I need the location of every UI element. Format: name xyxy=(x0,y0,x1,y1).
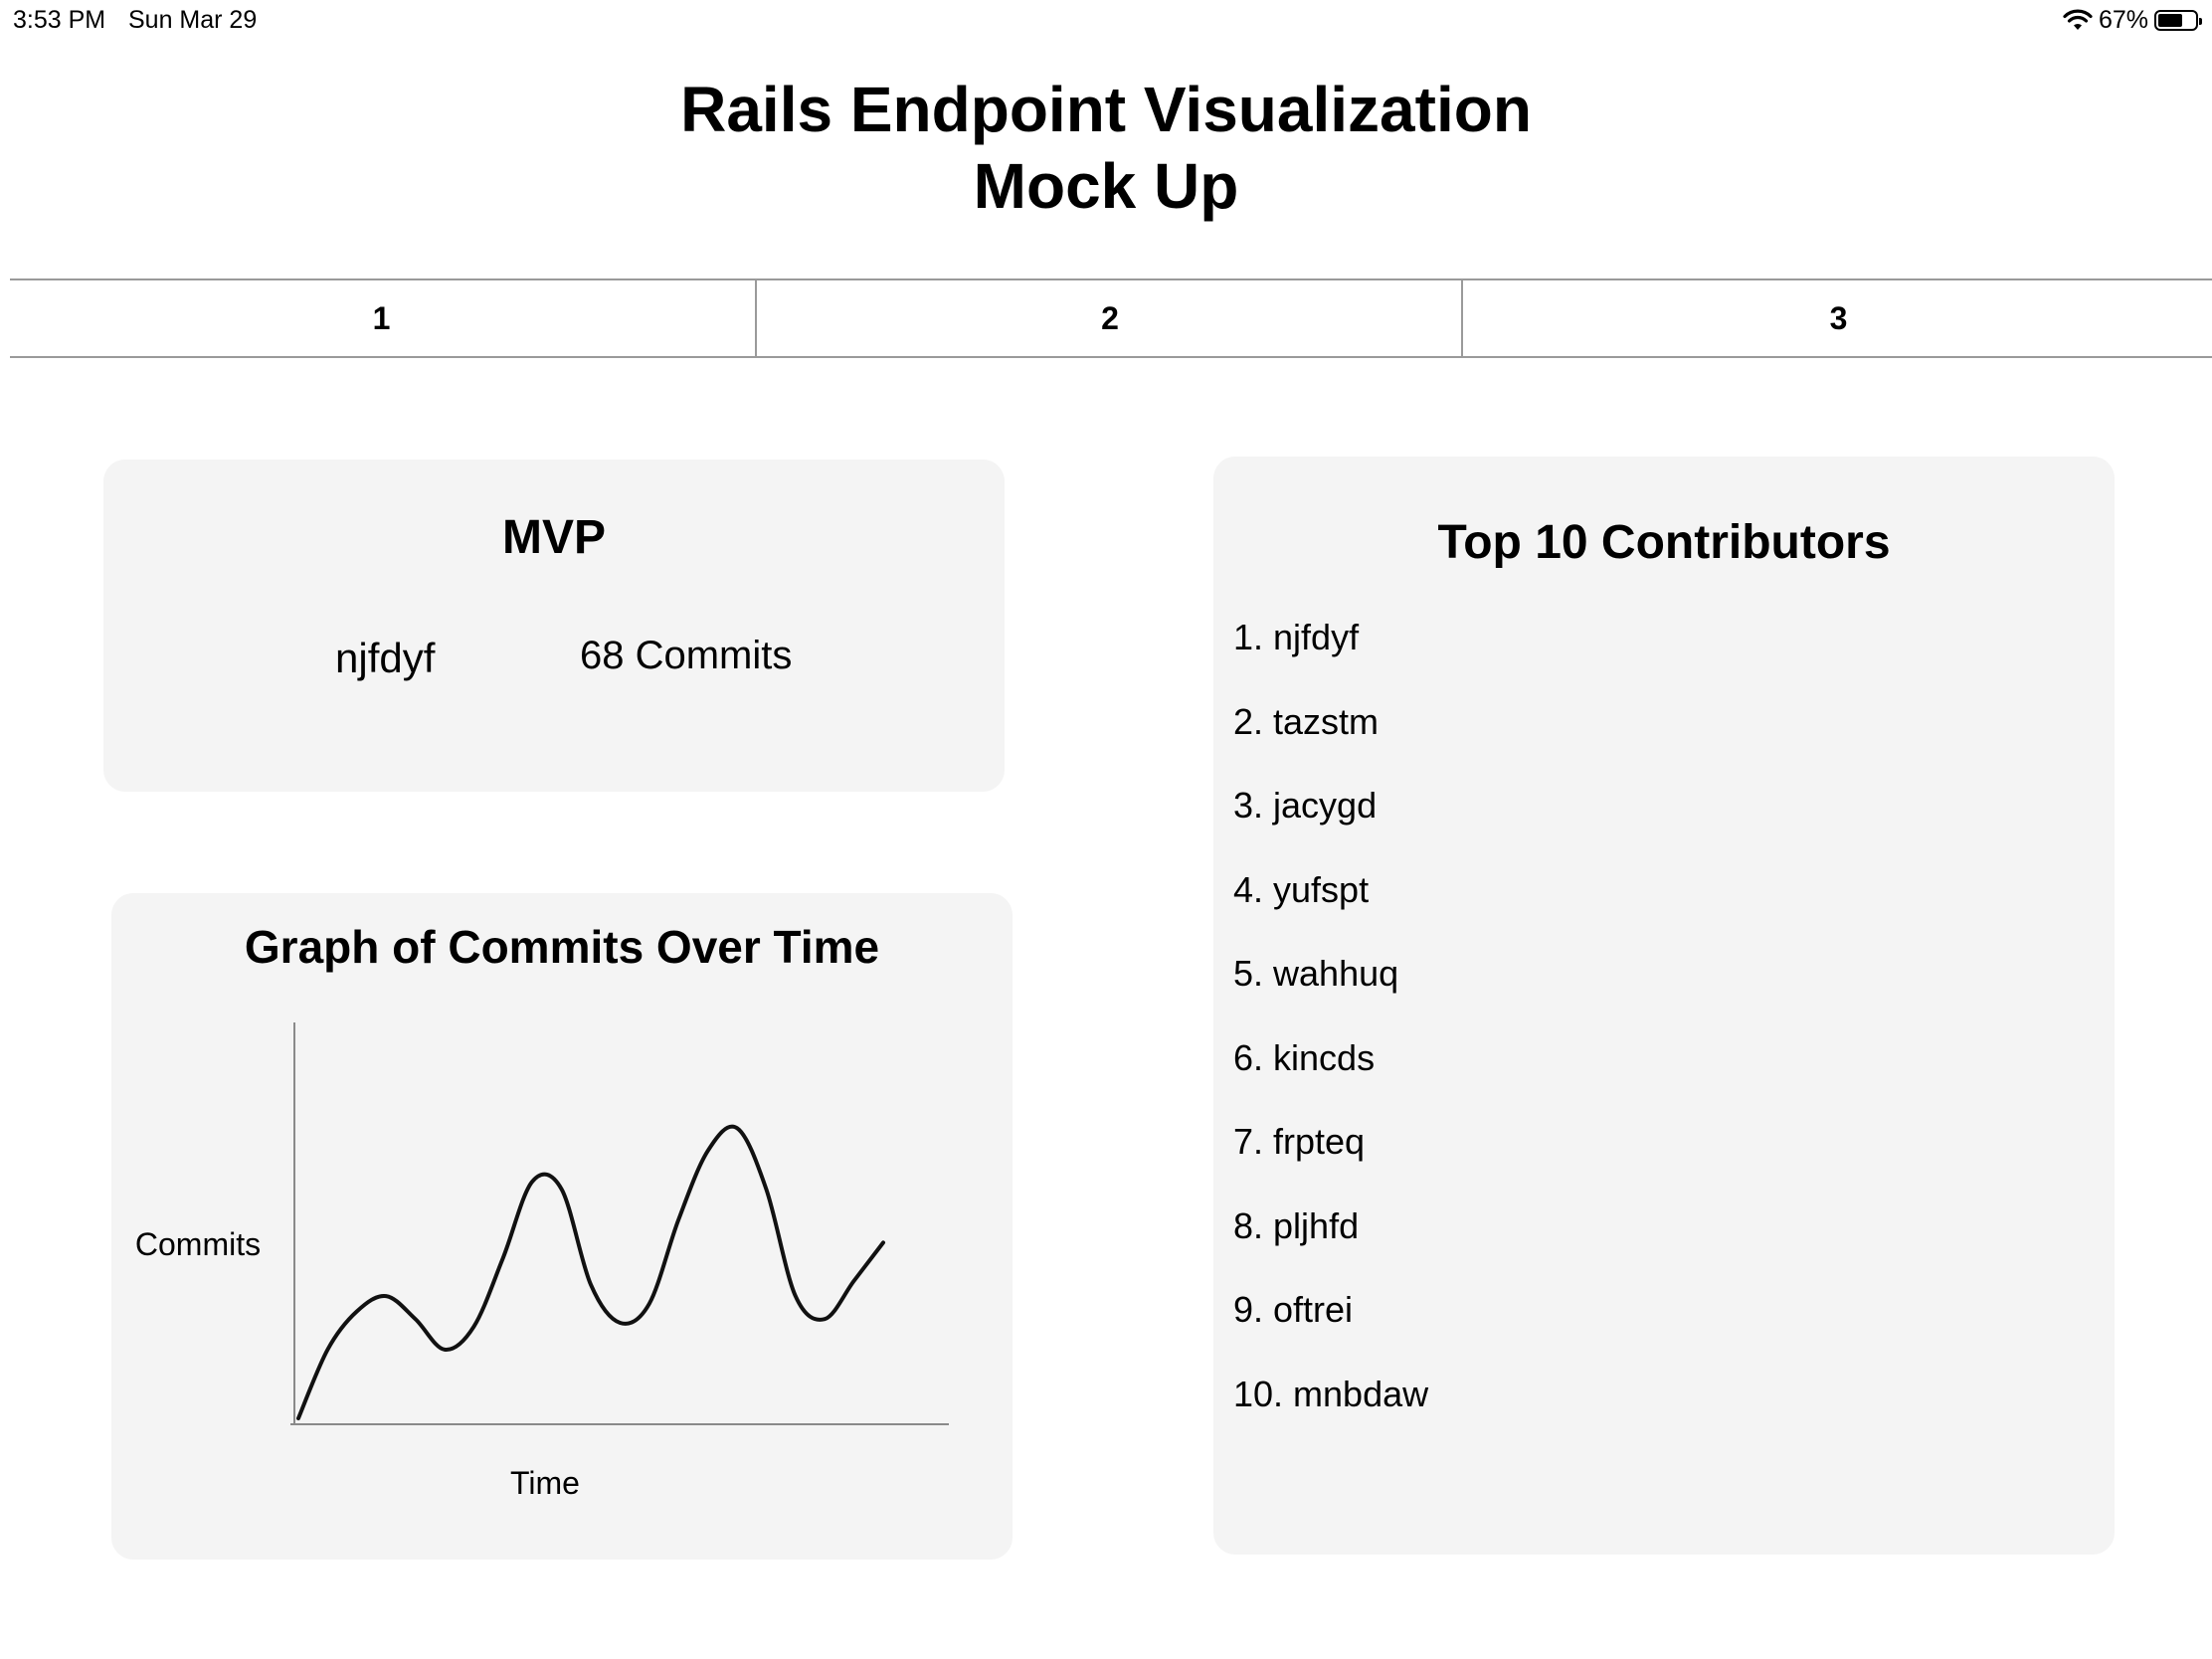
mvp-commit-count: 68 Commits xyxy=(580,634,793,677)
battery-nub xyxy=(2199,17,2202,25)
tab-3[interactable]: 3 xyxy=(1461,280,2212,356)
status-indicators: 67% xyxy=(2063,4,2202,36)
contributor-item: 7. frpteq xyxy=(1233,1121,1366,1162)
contributor-item: 5. wahhuq xyxy=(1233,953,1399,994)
page: 3:53 PM Sun Mar 29 67% Rails Endpoint Vi… xyxy=(0,0,2212,1659)
contributor-item: 1. njfdyf xyxy=(1233,617,1360,657)
contributors-title: Top 10 Contributors xyxy=(1437,516,1891,569)
page-title-line-2: Mock Up xyxy=(973,150,1239,222)
page-title-line-1: Rails Endpoint Visualization xyxy=(680,74,1532,145)
wifi-icon xyxy=(2063,9,2093,30)
graph-card: Graph of Commits Over Time Commits Time xyxy=(111,893,1013,1560)
status-time: 3:53 PM xyxy=(13,6,106,34)
status-date: Sun Mar 29 xyxy=(128,6,258,34)
contributor-item: 6. kincds xyxy=(1233,1036,1376,1078)
battery-percent: 67% xyxy=(2098,5,2148,34)
mvp-name: njfdyf xyxy=(335,635,436,681)
tab-1[interactable]: 1 xyxy=(10,280,753,356)
commits-chart: Commits Time xyxy=(135,1022,949,1501)
contributor-item: 2. tazstm xyxy=(1233,700,1380,742)
tab-2[interactable]: 2 xyxy=(755,280,1463,356)
contributor-item: 8. pljhfd xyxy=(1233,1204,1360,1246)
commits-series-line xyxy=(296,1124,885,1420)
contributor-item: 3. jacygd xyxy=(1233,785,1378,826)
battery-icon xyxy=(2154,9,2202,31)
page-title: Rails Endpoint Visualization Mock Up xyxy=(0,72,2212,225)
contributor-item: 4. yufspt xyxy=(1233,868,1370,910)
mvp-card: MVP njfdyf 68 Commits xyxy=(103,460,1005,792)
battery-fill xyxy=(2158,13,2183,27)
contributor-item: 9. oftrei xyxy=(1233,1289,1354,1330)
contributors-card: Top 10 Contributors 1. njfdyf 2. tazstm … xyxy=(1213,457,2115,1555)
status-bar: 3:53 PM Sun Mar 29 67% xyxy=(0,0,2212,40)
mvp-title: MVP xyxy=(501,511,606,564)
y-axis-label: Commits xyxy=(135,1226,261,1262)
contributor-item: 10. mnbdaw xyxy=(1233,1373,1429,1414)
x-axis-label: Time xyxy=(510,1465,580,1501)
tab-bar: 1 2 3 xyxy=(10,278,2212,358)
contributors-list: 1. njfdyf 2. tazstm 3. jacygd 4. yufspt … xyxy=(1233,616,1428,1456)
